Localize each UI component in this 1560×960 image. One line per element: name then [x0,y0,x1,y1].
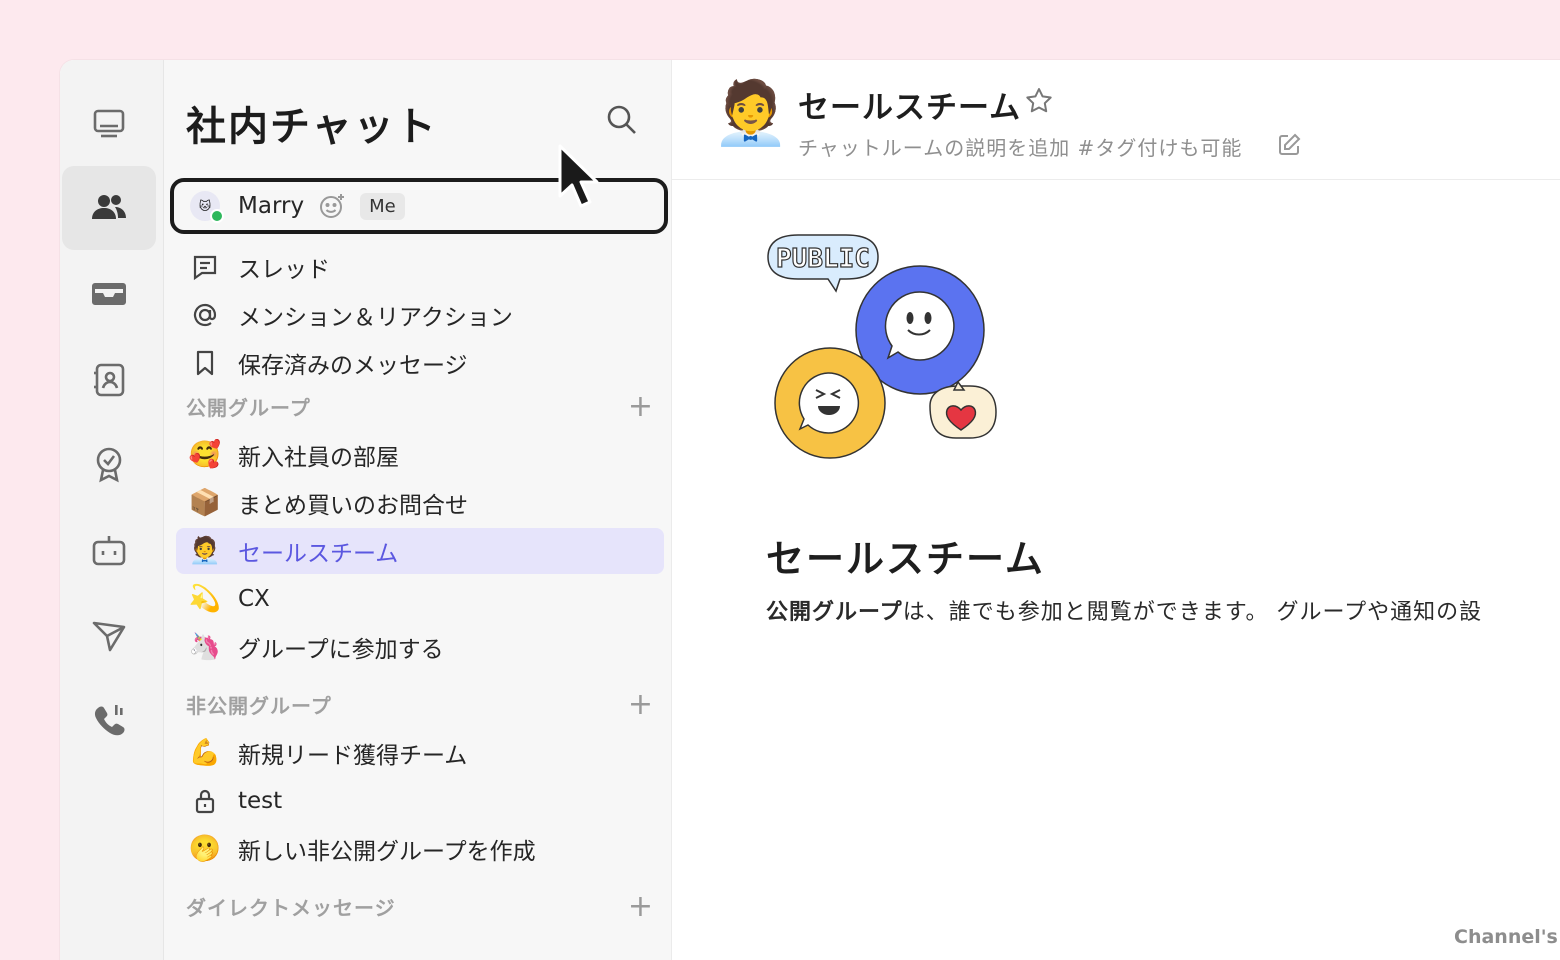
group-item-active[interactable]: 🧑‍💼 セールスチーム [176,528,664,574]
thread-icon [188,250,222,284]
me-name: Marry [238,193,305,219]
group-label: グループに参加する [238,637,444,663]
bot-icon [92,536,126,566]
public-label: PUBLIC [776,244,870,274]
add-direct-message-button[interactable]: + [626,889,656,924]
phone-icon [94,705,125,736]
star-icon[interactable] [1024,86,1054,116]
group-label: test [238,788,283,814]
private-groups-header: 非公開グループ + [186,684,656,724]
rail-monitor[interactable] [62,82,156,166]
nav-saved-messages[interactable]: 保存済みのメッセージ [176,340,664,386]
add-public-group-button[interactable]: + [626,389,656,424]
online-status-dot [210,209,224,223]
nav-label: 保存済みのメッセージ [238,353,468,379]
rail-contacts[interactable] [62,338,156,422]
group-emoji: 📦 [188,488,222,518]
welcome-desc-rest: は、誰でも参加と閲覧ができます。 グループや通知の設 [902,600,1483,625]
group-emoji: 💪 [188,738,222,768]
footer-note: Channel's [1454,926,1558,948]
rail-send[interactable] [62,594,156,678]
group-item[interactable]: 💫 CX [176,576,664,622]
add-reaction-icon[interactable] [318,192,346,220]
me-badge: Me [360,192,405,220]
group-label: 新入社員の部屋 [238,445,399,471]
join-group-item[interactable]: 🦄 グループに参加する [176,624,664,670]
nav-threads[interactable]: スレッド [176,244,664,290]
rail-bot[interactable] [62,508,156,592]
lock-icon [188,784,222,818]
search-icon[interactable] [604,102,640,138]
channel-emoji: 🧑‍💼 [712,76,790,149]
add-private-group-button[interactable]: + [626,687,656,722]
channel-header: 🧑‍💼 セールスチーム チャットルームの説明を追加 #タグ付けも可能 [672,60,1560,180]
nav-label: メンション＆リアクション [238,305,513,331]
section-label: 非公開グループ [186,693,332,718]
rail-people[interactable] [62,166,156,250]
bookmark-icon [188,346,222,380]
direct-messages-header: ダイレクトメッセージ + [186,886,656,926]
avatar: 🐱 [190,191,224,223]
people-icon [92,195,126,219]
main-panel: 🧑‍💼 セールスチーム チャットルームの説明を追加 #タグ付けも可能 PUBLI… [672,60,1560,960]
channel-description[interactable]: チャットルームの説明を追加 #タグ付けも可能 [798,132,1242,161]
contact-card-icon [94,363,125,397]
group-emoji: 💫 [188,584,222,614]
sidebar-title: 社内チャット [186,104,438,150]
at-icon [188,298,222,332]
welcome-title: セールスチーム [766,537,1045,581]
group-emoji: 🥰 [188,440,222,470]
left-rail [60,60,164,960]
public-group-illustration: PUBLIC [767,234,997,459]
group-emoji: 🫢 [188,834,222,864]
public-groups-header: 公開グループ + [186,386,656,426]
section-label: ダイレクトメッセージ [186,895,396,920]
app-window: 社内チャット 🐱 Marry Me スレッド メンション＆リアクション 保存済み… [60,60,1560,960]
group-item[interactable]: 🥰 新入社員の部屋 [176,432,664,478]
group-item[interactable]: 📦 まとめ買いのお問合せ [176,480,664,526]
nav-label: スレッド [238,257,330,283]
group-item[interactable]: 💪 新規リード獲得チーム [176,730,664,776]
section-label: 公開グループ [186,395,311,420]
group-item[interactable]: test [176,778,664,824]
group-label: 新しい非公開グループを作成 [238,839,536,865]
welcome-desc-bold: 公開グループ [766,600,903,625]
award-icon [96,447,122,483]
edit-icon[interactable] [1276,132,1302,158]
rail-award[interactable] [62,422,156,506]
create-private-group-item[interactable]: 🫢 新しい非公開グループを作成 [176,826,664,872]
channel-title: セールスチーム [798,90,1022,126]
group-label: 新規リード獲得チーム [238,743,468,769]
nav-mentions[interactable]: メンション＆リアクション [176,292,664,338]
mouse-cursor-icon [558,144,599,208]
welcome-description: 公開グループは、誰でも参加と閲覧ができます。 グループや通知の設 [766,594,1482,626]
send-icon [92,621,126,652]
inbox-icon [92,283,126,305]
monitor-icon [93,109,125,138]
group-emoji: 🦄 [188,632,222,662]
group-label: まとめ買いのお問合せ [238,493,468,519]
group-emoji: 🧑‍💼 [188,536,222,566]
rail-phone[interactable] [62,678,156,762]
group-label: CX [238,586,270,612]
rail-inbox[interactable] [62,252,156,336]
group-label: セールスチーム [238,541,399,567]
